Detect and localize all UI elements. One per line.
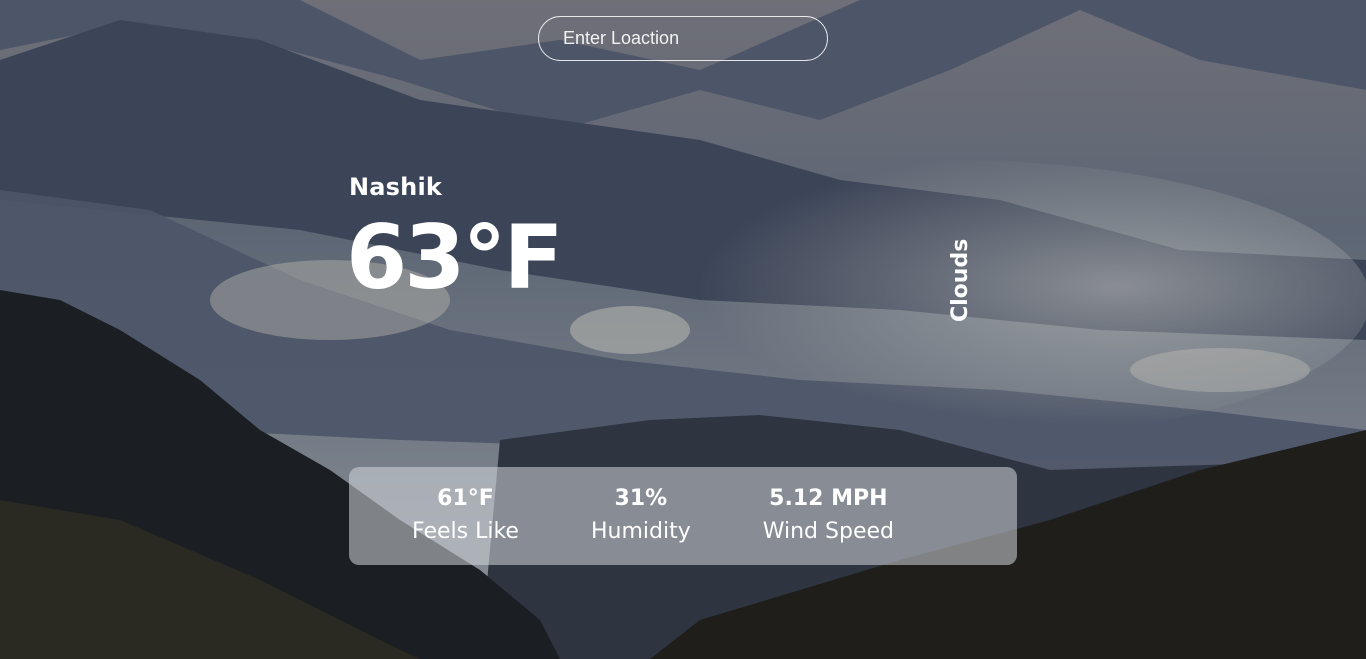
weather-condition: Clouds — [948, 238, 973, 322]
stat-label: Feels Like — [412, 519, 519, 544]
stat-label: Wind Speed — [762, 519, 894, 544]
stat-value: 5.12 MPH — [769, 486, 888, 511]
stat-value: 31% — [614, 486, 668, 511]
weather-stats-panel: 61°F Feels Like 31% Humidity 5.12 MPH Wi… — [349, 467, 1017, 565]
stat-label: Humidity — [590, 519, 691, 544]
city-name: Nashik — [349, 173, 443, 201]
stat-humidity: 31% Humidity — [591, 483, 691, 549]
stat-value: 61°F — [437, 486, 494, 511]
temperature: 63°F — [346, 206, 564, 309]
stat-feels-like: 61°F Feels Like — [412, 483, 519, 549]
stat-wind-speed: 5.12 MPH Wind Speed — [763, 483, 894, 549]
location-search-input[interactable] — [538, 16, 828, 61]
